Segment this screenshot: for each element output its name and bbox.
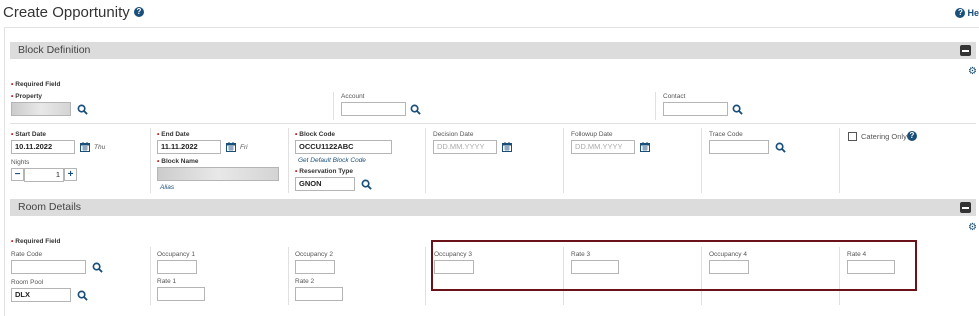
rate-code-input[interactable] bbox=[11, 260, 86, 274]
rate-1-input[interactable] bbox=[157, 287, 205, 301]
decision-date-input[interactable]: DD.MM.YYYY bbox=[433, 140, 497, 154]
catering-help-icon[interactable]: ? bbox=[907, 131, 917, 141]
nights-input[interactable]: 1 bbox=[24, 168, 64, 182]
required-field-note: Required Field bbox=[11, 81, 60, 88]
gear-icon[interactable]: ⚙ bbox=[968, 66, 977, 77]
contact-search-icon[interactable] bbox=[732, 104, 743, 115]
occupancy-2-label: Occupancy 2 bbox=[295, 251, 333, 258]
trace-code-search-icon[interactable] bbox=[775, 142, 786, 153]
alias-link[interactable]: Alias bbox=[160, 184, 174, 191]
start-day-label: Thu bbox=[94, 144, 106, 151]
nights-label: Nights bbox=[11, 159, 30, 166]
occupancy-rate-highlight-box bbox=[431, 240, 917, 291]
start-date-label: Start Date bbox=[11, 131, 46, 138]
followup-date-label: Followup Date bbox=[571, 131, 613, 138]
room-pool-label: Room Pool bbox=[11, 279, 44, 286]
page-title: Create Opportunity ? bbox=[3, 4, 144, 21]
room-pool-search-icon[interactable] bbox=[77, 290, 88, 301]
catering-only-checkbox[interactable] bbox=[848, 132, 857, 141]
followup-date-calendar-icon[interactable] bbox=[640, 142, 650, 152]
rate-code-search-icon[interactable] bbox=[92, 262, 103, 273]
start-date-input[interactable]: 10.11.2022 bbox=[11, 140, 75, 154]
account-search-icon[interactable] bbox=[410, 104, 421, 115]
contact-label: Contact bbox=[663, 93, 686, 100]
block-definition-header: Block Definition bbox=[10, 42, 976, 59]
block-code-label: Block Code bbox=[295, 131, 335, 138]
trace-code-input[interactable] bbox=[709, 140, 769, 154]
decision-date-calendar-icon[interactable] bbox=[502, 142, 512, 152]
help-link[interactable]: ? He bbox=[955, 8, 979, 18]
rate-code-label: Rate Code bbox=[11, 251, 43, 258]
rate-2-input[interactable] bbox=[295, 287, 343, 301]
start-date-calendar-icon[interactable] bbox=[80, 142, 90, 152]
reservation-type-input[interactable]: GNON bbox=[295, 177, 355, 191]
end-day-label: Fri bbox=[240, 144, 248, 151]
reservation-type-label: Reservation Type bbox=[295, 168, 353, 175]
decision-date-label: Decision Date bbox=[433, 131, 474, 138]
followup-date-input[interactable]: DD.MM.YYYY bbox=[571, 140, 635, 154]
catering-only-label: Catering Only bbox=[861, 132, 907, 141]
occupancy-1-input[interactable] bbox=[157, 260, 197, 274]
end-date-calendar-icon[interactable] bbox=[226, 142, 236, 152]
block-code-input[interactable]: OCCU1122ABC bbox=[295, 140, 392, 154]
contact-input[interactable] bbox=[663, 102, 728, 116]
gear-icon[interactable]: ⚙ bbox=[968, 222, 977, 233]
trace-code-label: Trace Code bbox=[709, 131, 743, 138]
property-label: Property bbox=[11, 93, 42, 100]
end-date-input[interactable]: 11.11.2022 bbox=[157, 140, 221, 154]
get-default-block-code-link[interactable]: Get Default Block Code bbox=[298, 157, 366, 164]
collapse-icon[interactable] bbox=[960, 202, 971, 213]
nights-decrement-button[interactable]: − bbox=[11, 168, 24, 181]
account-label: Account bbox=[341, 93, 365, 100]
collapse-icon[interactable] bbox=[960, 45, 971, 56]
account-input[interactable] bbox=[341, 102, 406, 116]
block-name-label: Block Name bbox=[157, 158, 198, 165]
required-field-note: Required Field bbox=[11, 238, 60, 245]
occupancy-1-label: Occupancy 1 bbox=[157, 251, 195, 258]
reservation-type-search-icon[interactable] bbox=[361, 179, 372, 190]
rate-1-label: Rate 1 bbox=[157, 278, 177, 285]
room-pool-input[interactable]: DLX bbox=[11, 288, 71, 302]
help-icon[interactable]: ? bbox=[133, 7, 144, 17]
end-date-label: End Date bbox=[157, 131, 189, 138]
block-name-input[interactable] bbox=[157, 167, 279, 181]
property-input[interactable] bbox=[11, 102, 71, 116]
help-icon: ? bbox=[955, 8, 966, 18]
property-search-icon[interactable] bbox=[77, 104, 88, 115]
occupancy-2-input[interactable] bbox=[295, 260, 335, 274]
nights-increment-button[interactable]: + bbox=[64, 168, 77, 181]
room-details-header: Room Details bbox=[10, 199, 976, 216]
rate-2-label: Rate 2 bbox=[295, 278, 315, 285]
